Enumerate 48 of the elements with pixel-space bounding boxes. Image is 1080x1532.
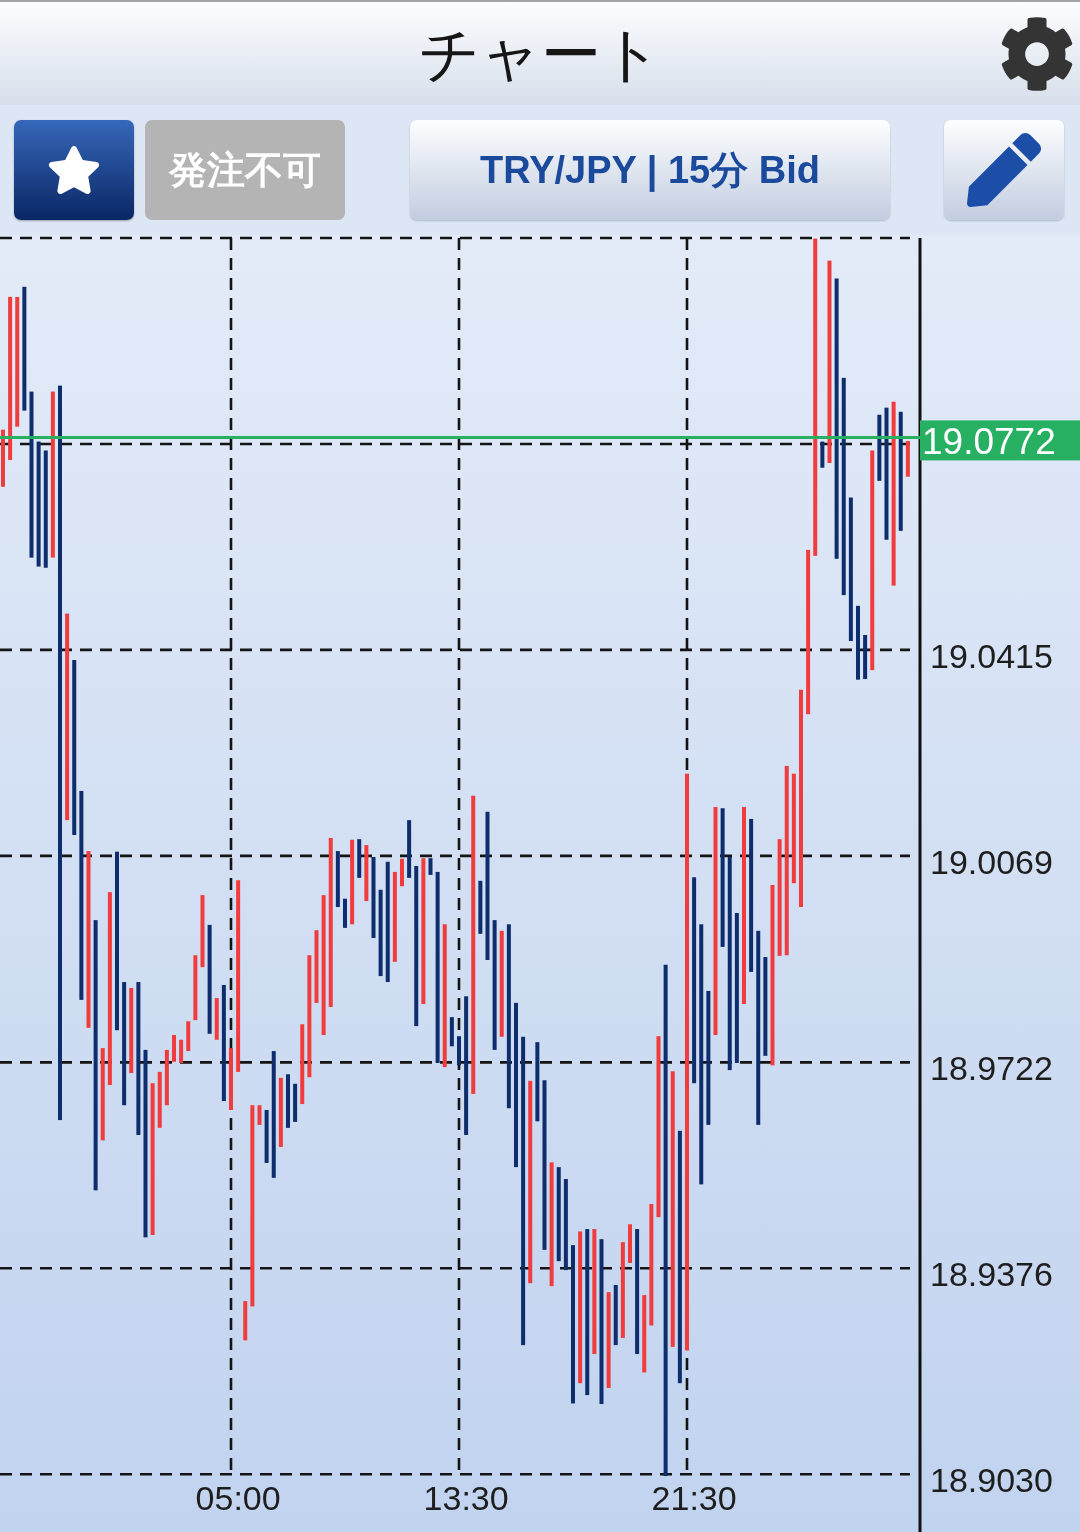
candle (877, 414, 882, 481)
current-price-label: 19.0772 (920, 420, 1080, 462)
y-axis-label: 18.9030 (930, 1461, 1053, 1500)
y-axis-label: 19.0069 (930, 842, 1053, 881)
favorite-button[interactable] (14, 120, 134, 220)
candle (628, 1224, 632, 1263)
candle (257, 1105, 262, 1125)
candle (335, 851, 340, 907)
candle (613, 1285, 618, 1346)
candle (364, 845, 369, 902)
candle (157, 1071, 162, 1128)
candle (863, 635, 868, 680)
page-title: チャート (418, 23, 662, 84)
candle (264, 1110, 269, 1163)
candle (172, 1035, 176, 1062)
candle (214, 998, 219, 1040)
candle (164, 1049, 169, 1106)
symbol-selector-button[interactable]: TRY/JPY | 15分 Bid (410, 120, 890, 220)
candle (357, 839, 362, 878)
star-icon (47, 143, 101, 197)
candle (229, 1048, 233, 1110)
candle (286, 1074, 290, 1128)
ref-line-label: 19.0772 (922, 420, 1056, 462)
candle (193, 955, 198, 1021)
x-axis-label: 21:30 (651, 1479, 737, 1518)
y-axis-label: 19.0415 (930, 636, 1053, 675)
candle (243, 1301, 248, 1341)
candle (478, 880, 483, 934)
candle (905, 440, 910, 477)
draw-button[interactable] (944, 120, 1064, 220)
candle (820, 441, 825, 468)
x-axis-label: 05:00 (195, 1479, 281, 1518)
candle (428, 858, 433, 875)
candle (293, 1083, 298, 1122)
pen-icon (967, 133, 1041, 207)
candle (400, 858, 404, 887)
candle (278, 1077, 283, 1147)
candle (343, 898, 347, 928)
candle (407, 820, 412, 878)
x-axis-label: 13:30 (423, 1479, 509, 1518)
candle (449, 1017, 454, 1047)
y-axis-label: 18.9376 (930, 1255, 1053, 1294)
candle (186, 1021, 191, 1052)
y-axis-label: 18.9722 (930, 1049, 1053, 1088)
candle (179, 1039, 184, 1063)
settings-icon[interactable] (999, 15, 1075, 92)
candle (1, 429, 5, 487)
candle (457, 1036, 461, 1066)
